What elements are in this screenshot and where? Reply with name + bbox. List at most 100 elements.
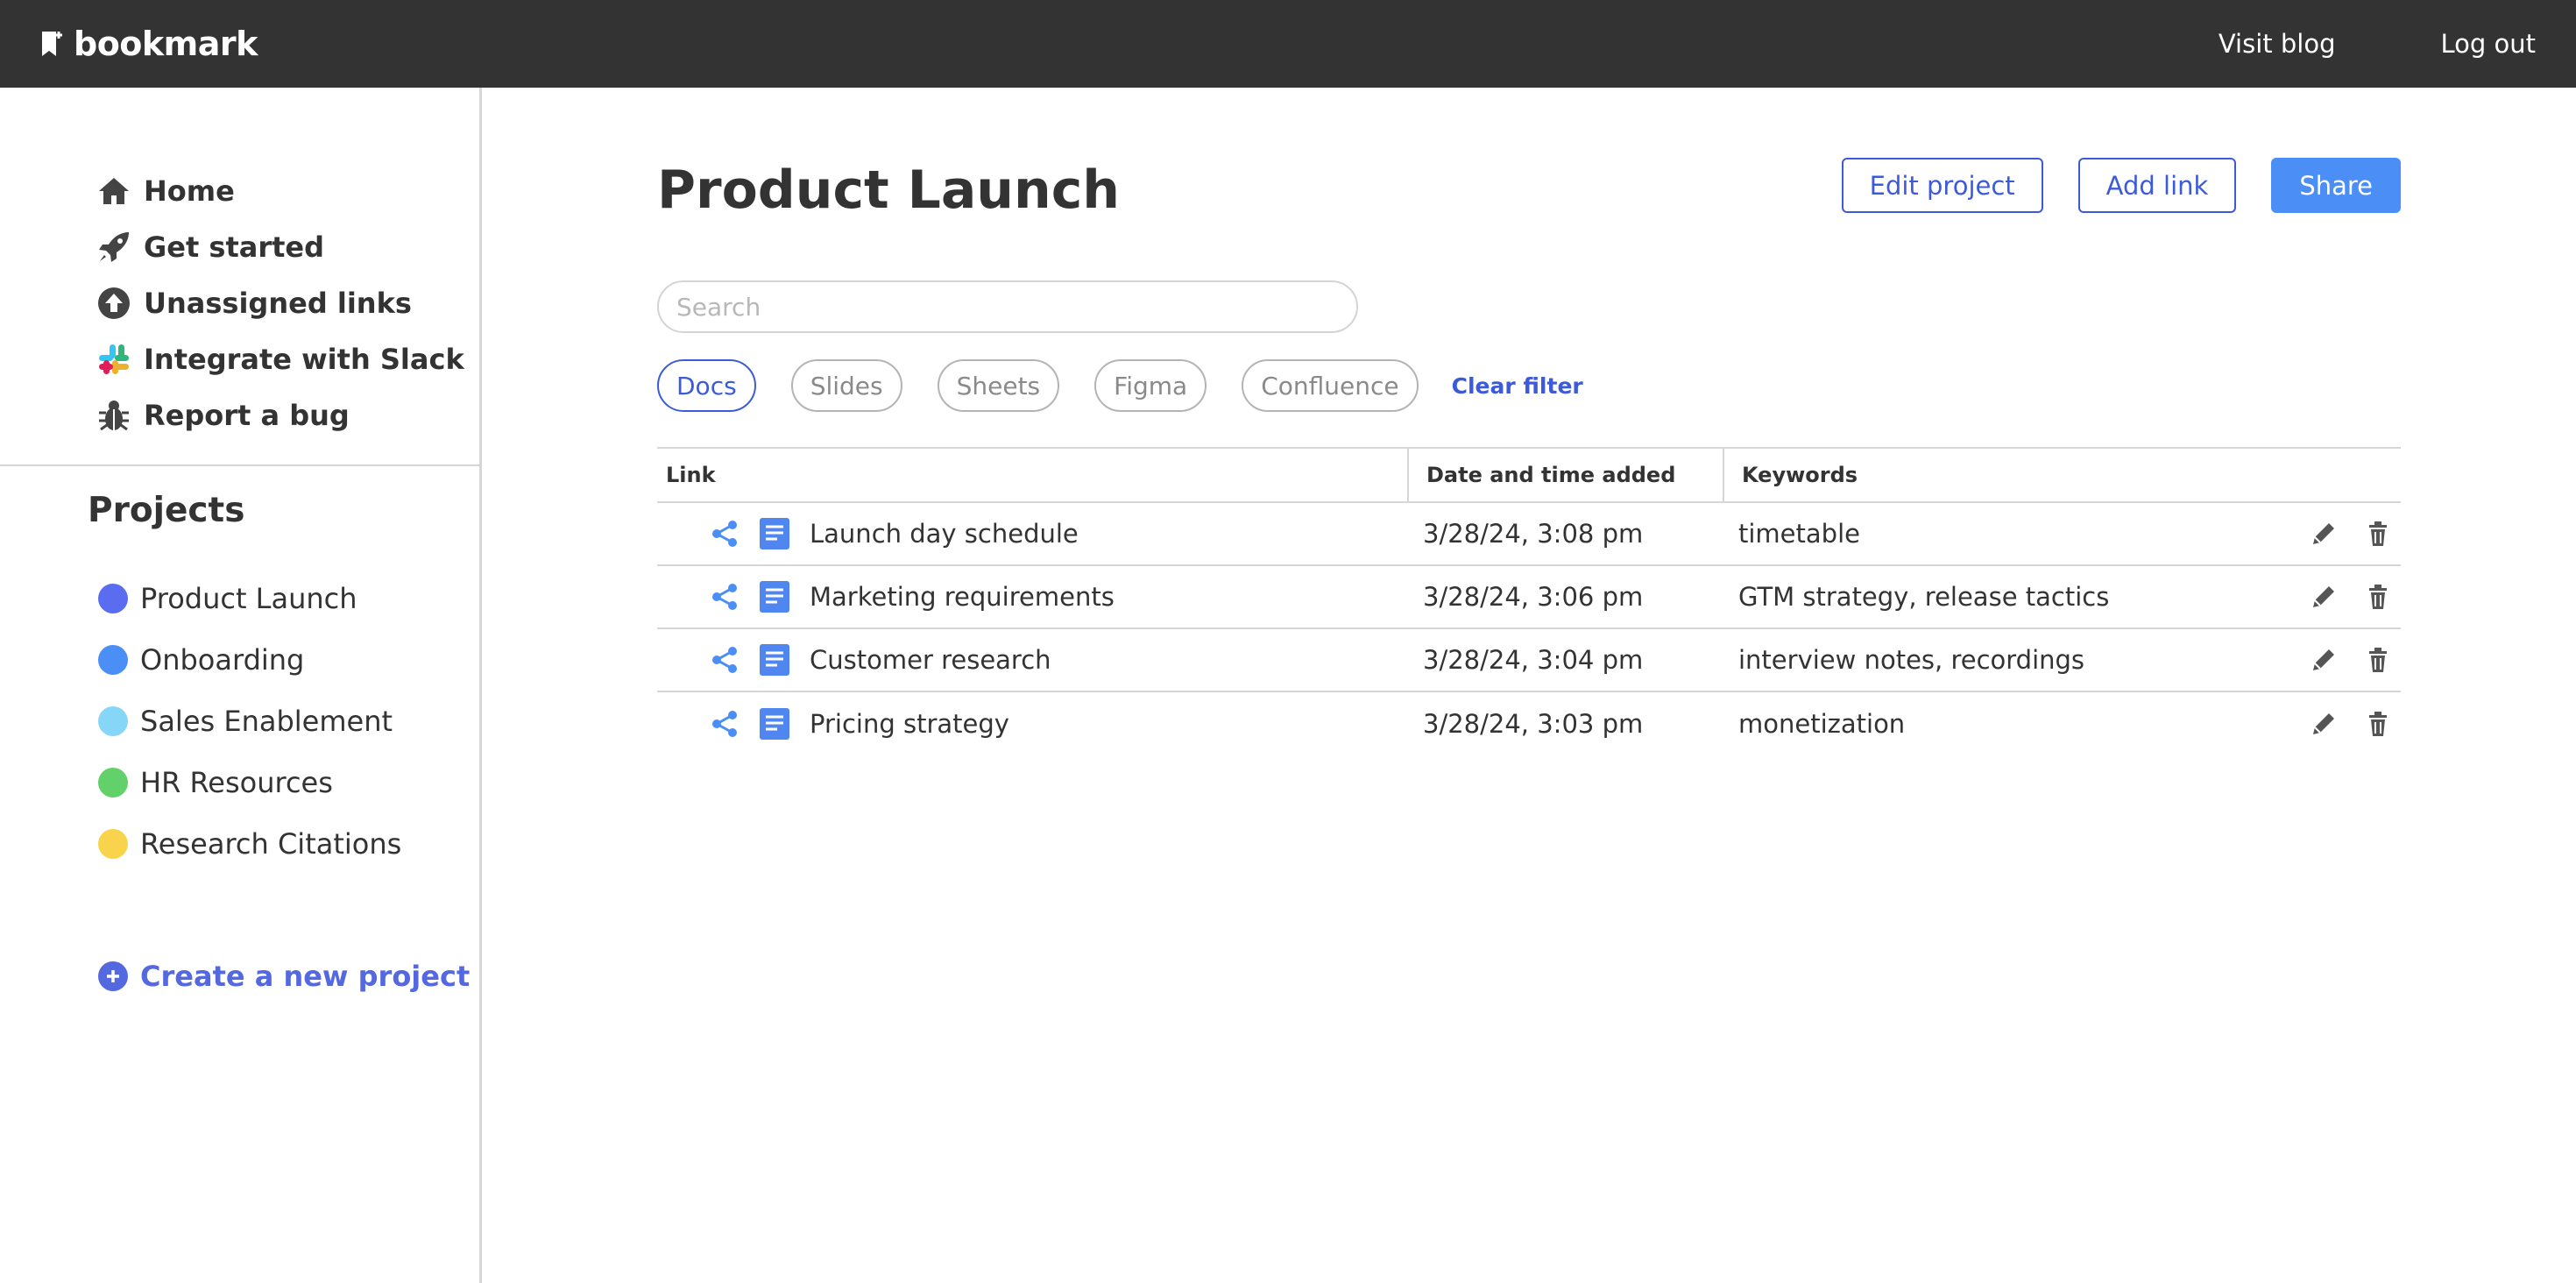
plus-circle-icon <box>98 961 128 991</box>
search-input[interactable] <box>657 280 1358 333</box>
trash-icon[interactable] <box>2364 646 2392 674</box>
pencil-icon[interactable] <box>2310 646 2338 674</box>
slack-icon <box>96 342 131 377</box>
project-color-dot <box>98 768 128 797</box>
project-item-research-citations[interactable]: Research Citations <box>98 813 401 875</box>
trash-icon[interactable] <box>2364 710 2392 738</box>
keywords-cell: interview notes, recordings <box>1738 645 2085 675</box>
links-table: Link Date and time added Keywords Launch… <box>657 447 2401 755</box>
trash-icon[interactable] <box>2364 583 2392 611</box>
date-cell: 3/28/24, 3:06 pm <box>1423 582 1644 612</box>
share-icon[interactable] <box>710 645 740 675</box>
date-cell: 3/28/24, 3:08 pm <box>1423 519 1644 549</box>
sidebar-item-label: Unassigned links <box>144 287 412 320</box>
project-item-sales-enablement[interactable]: Sales Enablement <box>98 691 401 752</box>
projects-heading: Projects <box>88 491 245 530</box>
link-cell: Launch day schedule <box>657 517 1409 550</box>
pencil-icon[interactable] <box>2310 520 2338 548</box>
table-row: Marketing requirements 3/28/24, 3:06 pm … <box>657 566 2401 629</box>
project-color-dot <box>98 645 128 675</box>
home-icon <box>96 174 131 209</box>
sidebar-item-unassigned-links[interactable]: Unassigned links <box>96 275 464 331</box>
google-doc-icon <box>760 644 789 676</box>
sidebar-item-report-bug[interactable]: Report a bug <box>96 387 464 443</box>
project-color-dot <box>98 829 128 859</box>
bug-icon <box>96 398 131 433</box>
project-label: Product Launch <box>140 582 357 615</box>
create-project-label: Create a new project <box>140 960 471 993</box>
edit-project-button[interactable]: Edit project <box>1841 158 2043 213</box>
date-cell: 3/28/24, 3:03 pm <box>1423 709 1644 739</box>
visit-blog-link[interactable]: Visit blog <box>2219 29 2336 59</box>
share-icon[interactable] <box>710 519 740 549</box>
sidebar-divider <box>0 464 479 466</box>
row-actions <box>2310 583 2401 611</box>
trash-icon[interactable] <box>2364 520 2392 548</box>
filter-bar: Docs Slides Sheets Figma Confluence Clea… <box>657 359 1583 412</box>
project-label: Onboarding <box>140 643 305 677</box>
bookmark-logo-icon <box>42 32 62 56</box>
project-item-hr-resources[interactable]: HR Resources <box>98 752 401 813</box>
table-header: Link Date and time added Keywords <box>657 447 2401 503</box>
link-cell: Pricing strategy <box>657 707 1409 741</box>
link-name[interactable]: Marketing requirements <box>810 582 1115 612</box>
rocket-icon <box>96 230 131 265</box>
top-bar: bookmark Visit blog Log out <box>0 0 2576 88</box>
google-doc-icon <box>760 581 789 613</box>
sidebar-item-integrate-slack[interactable]: Integrate with Slack <box>96 331 464 387</box>
google-doc-icon <box>760 518 789 549</box>
project-label: Research Citations <box>140 827 402 861</box>
upload-arrow-icon <box>96 286 131 321</box>
pencil-icon[interactable] <box>2310 710 2338 738</box>
create-project-link[interactable]: Create a new project <box>98 960 470 993</box>
clear-filter-link[interactable]: Clear filter <box>1452 373 1583 399</box>
column-header-keywords[interactable]: Keywords <box>1724 449 2401 501</box>
link-cell: Marketing requirements <box>657 580 1409 613</box>
keywords-cell: timetable <box>1738 519 1860 549</box>
project-actions: Edit project Add link Share <box>1841 158 2401 213</box>
filter-chip-confluence[interactable]: Confluence <box>1242 359 1419 412</box>
sidebar-item-label: Report a bug <box>144 399 350 432</box>
project-item-onboarding[interactable]: Onboarding <box>98 629 401 691</box>
project-color-dot <box>98 706 128 736</box>
filter-chip-figma[interactable]: Figma <box>1094 359 1207 412</box>
row-actions <box>2310 520 2401 548</box>
share-icon[interactable] <box>710 582 740 612</box>
row-actions <box>2310 646 2401 674</box>
column-header-link[interactable]: Link <box>657 449 1409 501</box>
link-cell: Customer research <box>657 643 1409 677</box>
column-header-date[interactable]: Date and time added <box>1409 449 1724 501</box>
filter-chip-sheets[interactable]: Sheets <box>937 359 1060 412</box>
top-nav: Visit blog Log out <box>2219 29 2536 59</box>
add-link-button[interactable]: Add link <box>2077 158 2237 213</box>
sidebar-item-get-started[interactable]: Get started <box>96 219 464 275</box>
project-item-product-launch[interactable]: Product Launch <box>98 568 401 629</box>
link-name[interactable]: Pricing strategy <box>810 709 1009 739</box>
table-row: Customer research 3/28/24, 3:04 pm inter… <box>657 629 2401 692</box>
sidebar-nav: Home Get started Unassigned links Integr… <box>96 163 464 443</box>
sidebar-item-label: Integrate with Slack <box>144 343 464 376</box>
project-list: Product Launch Onboarding Sales Enableme… <box>98 568 401 875</box>
filter-chip-docs[interactable]: Docs <box>657 359 756 412</box>
keywords-cell: monetization <box>1738 709 1906 739</box>
share-icon[interactable] <box>710 709 740 739</box>
project-label: Sales Enablement <box>140 705 393 738</box>
log-out-link[interactable]: Log out <box>2440 29 2536 59</box>
brand-name: bookmark <box>74 25 258 63</box>
sidebar-item-label: Get started <box>144 230 325 264</box>
table-row: Launch day schedule 3/28/24, 3:08 pm tim… <box>657 503 2401 566</box>
share-button[interactable]: Share <box>2271 158 2401 213</box>
sidebar: Home Get started Unassigned links Integr… <box>0 88 482 1283</box>
sidebar-item-label: Home <box>144 174 235 208</box>
date-cell: 3/28/24, 3:04 pm <box>1423 645 1644 675</box>
filter-chip-slides[interactable]: Slides <box>790 359 902 412</box>
sidebar-item-home[interactable]: Home <box>96 163 464 219</box>
pencil-icon[interactable] <box>2310 583 2338 611</box>
page-title: Product Launch <box>657 159 1121 221</box>
link-name[interactable]: Customer research <box>810 645 1051 675</box>
google-doc-icon <box>760 708 789 740</box>
project-color-dot <box>98 584 128 613</box>
link-name[interactable]: Launch day schedule <box>810 519 1079 549</box>
keywords-cell: GTM strategy, release tactics <box>1738 582 2110 612</box>
brand[interactable]: bookmark <box>40 25 258 63</box>
